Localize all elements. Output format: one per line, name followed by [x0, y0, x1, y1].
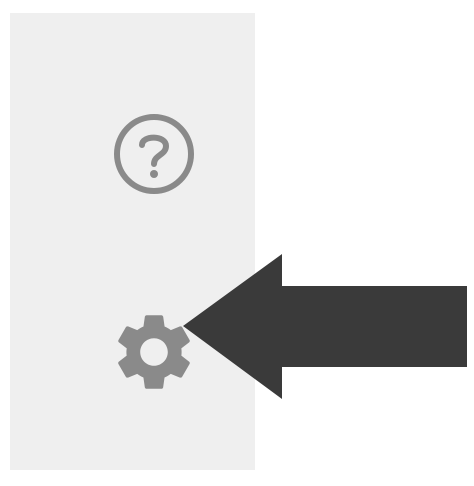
settings-button[interactable]: [104, 302, 204, 402]
help-button[interactable]: [106, 114, 202, 194]
gear-icon: [118, 315, 190, 389]
screenshot: [0, 0, 474, 486]
sidebar: [10, 13, 255, 470]
help-circle-icon: [114, 114, 194, 194]
